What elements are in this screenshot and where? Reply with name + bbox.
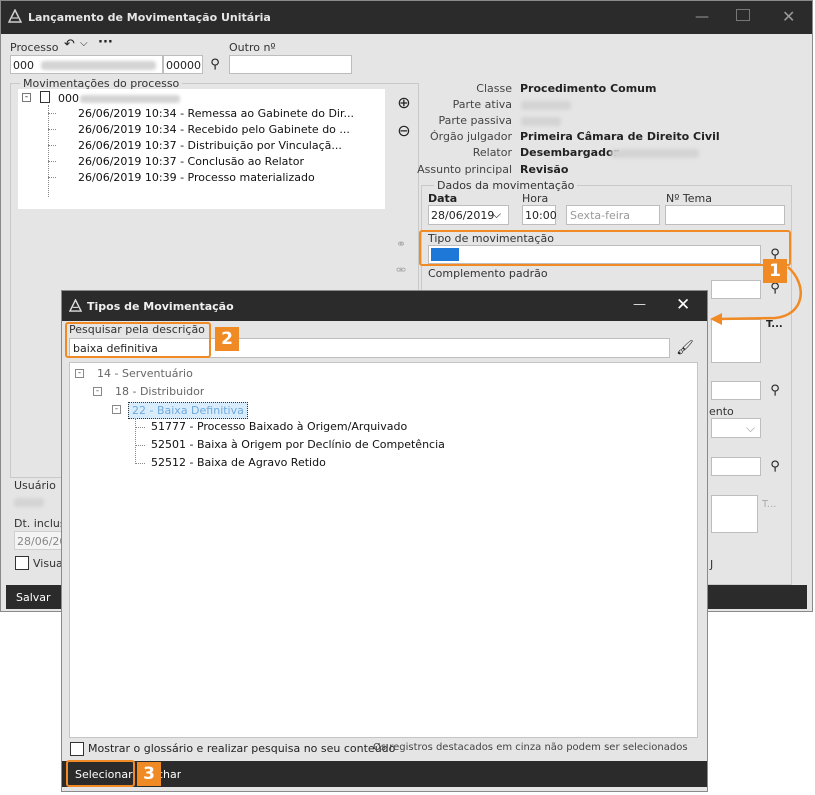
notes-area[interactable]: [711, 495, 758, 533]
collapse-icon[interactable]: -: [22, 93, 31, 102]
visualizar-label: Visua: [33, 557, 63, 570]
tree-node-baixa-definitiva[interactable]: 22 - Baixa Definitiva: [128, 402, 248, 419]
tema-label: Nº Tema: [666, 192, 712, 205]
search-icon[interactable]: ⚲: [766, 382, 784, 400]
orgao-value: Primeira Câmara de Direito Civil: [520, 130, 720, 143]
unlink-icon[interactable]: ⚮: [396, 263, 406, 277]
parte-passiva-label: Parte passiva: [438, 114, 512, 127]
tree-leaf-item[interactable]: 51777 - Processo Baixado à Origem/Arquiv…: [151, 420, 407, 433]
maximize-icon[interactable]: [736, 9, 750, 21]
movements-tree[interactable]: - 000 26/06/2019 10:34 - Remessa ao Gabi…: [18, 89, 385, 209]
collapse-icon[interactable]: -: [75, 369, 84, 378]
outro-label: Outro nº: [229, 41, 276, 54]
dt-inclusao-field: 28/06/20: [14, 531, 66, 550]
visualizar-checkbox[interactable]: [15, 556, 29, 570]
highlight-box-3: [66, 760, 135, 787]
step-badge-3: 3: [137, 762, 161, 786]
movement-item[interactable]: 26/06/2019 10:34 - Recebido pelo Gabinet…: [78, 123, 350, 136]
collapse-icon[interactable]: -: [93, 387, 102, 396]
collapse-icon[interactable]: -: [112, 405, 121, 414]
classe-label: Classe: [476, 82, 512, 95]
classe-value: Procedimento Comum: [520, 82, 657, 95]
dt-inclusao-label: Dt. inclus: [14, 517, 66, 530]
tipos-dialog: Tipos de Movimentação — ✕ Pesquisar pela…: [61, 290, 708, 792]
movement-item[interactable]: 26/06/2019 10:37 - Distribuição por Vinc…: [78, 139, 342, 152]
tree-leaf-item[interactable]: 52501 - Baixa à Origem por Declínio de C…: [151, 438, 445, 451]
main-titlebar: Lançamento de Movimentação Unitária — ✕: [1, 1, 812, 34]
processo-input[interactable]: 000: [10, 55, 163, 74]
main-window-title: Lançamento de Movimentação Unitária: [28, 11, 271, 24]
tree-leaf-item[interactable]: 52512 - Baixa de Agravo Retido: [151, 456, 326, 469]
select-field[interactable]: ⌵: [711, 418, 761, 438]
relator-label: Relator: [472, 146, 512, 159]
gray-note: Os registros destacados em cinza não pod…: [373, 742, 688, 753]
tree-node-serventuario[interactable]: 14 - Serventuário: [97, 367, 193, 380]
dados-legend: Dados da movimentação: [434, 179, 578, 192]
salvar-button[interactable]: Salvar: [16, 591, 51, 604]
data-input[interactable]: 28/06/2019 ⌵: [428, 205, 509, 225]
app-logo-icon: [69, 299, 82, 312]
assunto-value: Revisão: [520, 163, 569, 176]
movement-item[interactable]: 26/06/2019 10:39 - Processo materializad…: [78, 171, 315, 184]
processo-label: Processo: [10, 41, 59, 54]
glossary-checkbox[interactable]: [70, 742, 84, 756]
close-icon[interactable]: ✕: [676, 295, 690, 315]
processo-suffix-input[interactable]: 00000: [163, 55, 203, 74]
step-badge-1: 1: [763, 259, 787, 283]
root-node-label: 000: [58, 92, 79, 105]
movement-item[interactable]: 26/06/2019 10:34 - Remessa ao Gabinete d…: [78, 107, 354, 120]
tipos-tree[interactable]: - 14 - Serventuário - 18 - Distribuidor …: [69, 362, 698, 738]
dialog-title: Tipos de Movimentação: [87, 300, 234, 313]
outro-input[interactable]: [229, 55, 352, 74]
more-icon[interactable]: ···: [98, 35, 113, 50]
app-logo-icon: [8, 9, 22, 23]
link-icon[interactable]: ⚭: [396, 237, 406, 251]
complemento-label: Complemento padrão: [428, 267, 548, 280]
hora-label: Hora: [522, 192, 549, 205]
data-label: Data: [428, 192, 458, 205]
glossary-label: Mostrar o glossário e realizar pesquisa …: [88, 742, 396, 755]
relator-value: Desembargador: [520, 146, 619, 159]
tema-input[interactable]: [665, 205, 785, 225]
chevron-down-icon[interactable]: ⌵: [492, 207, 501, 222]
usuario-label: Usuário: [14, 479, 56, 492]
highlight-box-2: [65, 322, 211, 358]
orgao-label: Órgão julgador: [430, 130, 512, 143]
dia-semana-field: Sexta-feira: [566, 205, 660, 225]
dialog-titlebar: Tipos de Movimentação — ✕: [62, 291, 707, 321]
j-label: J: [710, 558, 714, 571]
step-badge-2: 2: [215, 327, 239, 351]
assunto-label: Assunto principal: [417, 163, 512, 176]
connector-arrow: [710, 266, 802, 325]
hora-input[interactable]: 10:00: [522, 205, 557, 225]
close-icon[interactable]: ✕: [782, 7, 795, 26]
minimize-icon[interactable]: —: [633, 297, 646, 312]
movement-item[interactable]: 26/06/2019 10:37 - Conclusão ao Relator: [78, 155, 304, 168]
parte-ativa-label: Parte ativa: [452, 98, 512, 111]
search-icon[interactable]: ⚲: [206, 56, 224, 74]
clear-brush-icon[interactable]: 🖌: [676, 339, 694, 357]
undo-icon[interactable]: ↶: [64, 37, 75, 52]
field-a[interactable]: [711, 381, 761, 400]
chevron-down-icon[interactable]: ⌵: [80, 38, 88, 49]
mento-label: ento: [709, 405, 734, 418]
chevron-down-icon[interactable]: ⌵: [746, 421, 755, 436]
tree-node-distribuidor[interactable]: 18 - Distribuidor: [115, 385, 204, 398]
document-icon: [40, 91, 50, 103]
field-b[interactable]: [711, 457, 761, 476]
tdot-text: T...: [762, 499, 777, 510]
search-icon[interactable]: ⚲: [766, 458, 784, 476]
minimize-icon[interactable]: —: [695, 9, 709, 25]
